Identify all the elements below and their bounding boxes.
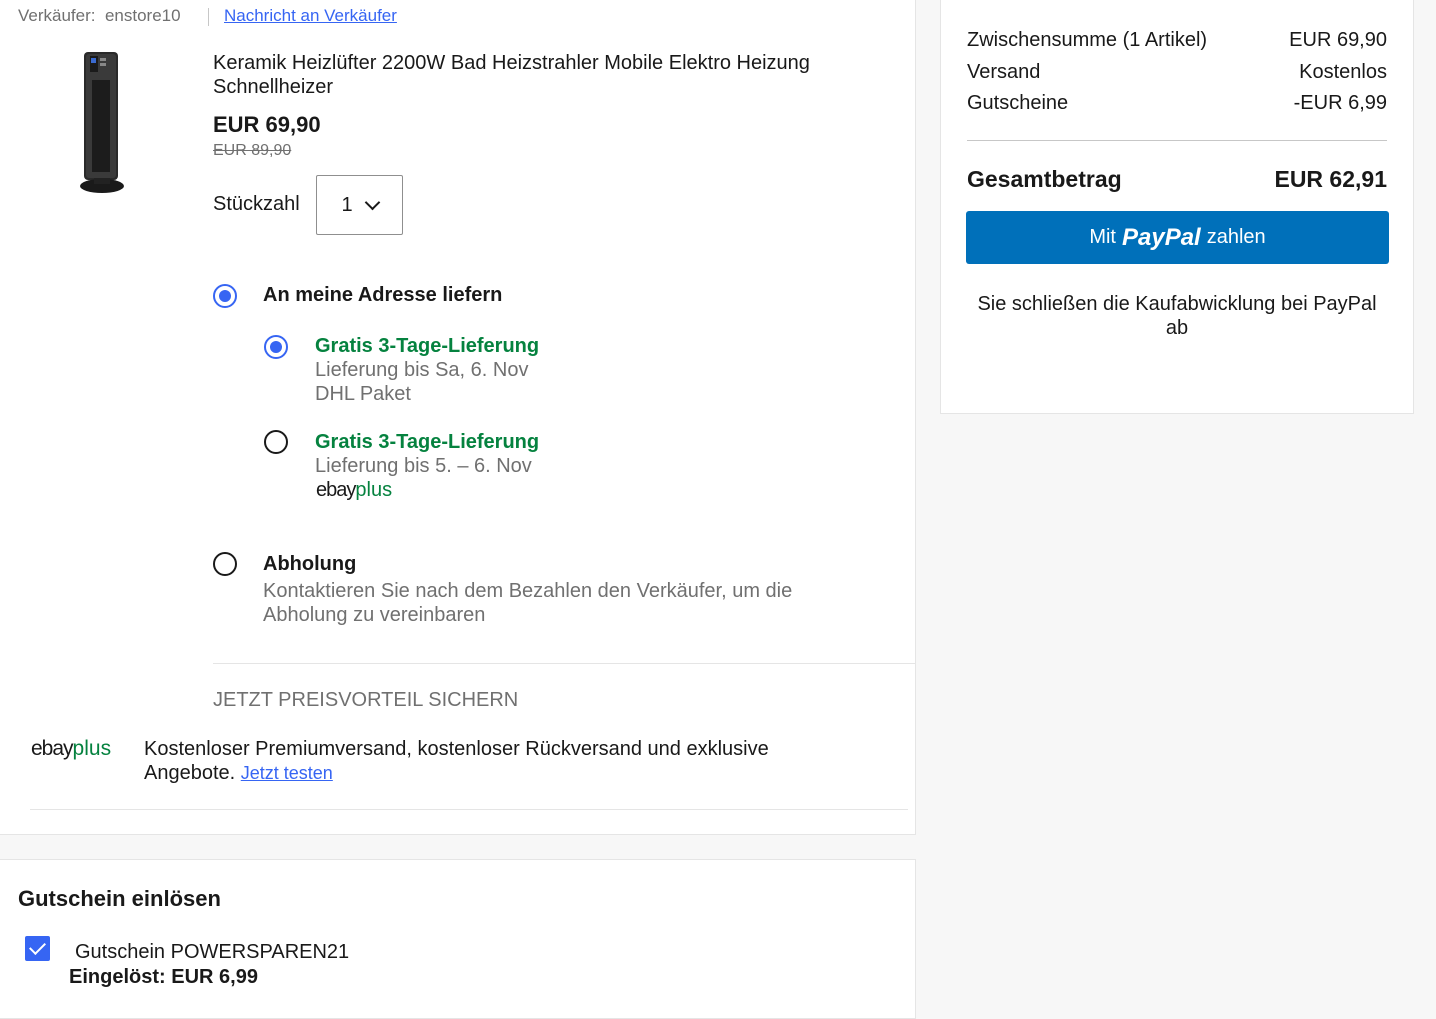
chevron-down-icon [364,194,380,210]
voucher-card [0,859,916,1019]
quantity-select[interactable]: 1 [316,175,403,235]
divider [30,809,908,810]
deliver-to-address-label: An meine Adresse liefern [263,284,503,306]
seller-name: enstore10 [104,6,181,25]
voucher-heading: Gutschein einlösen [18,886,221,911]
ebay-plus-logo: ebayplus [31,737,112,760]
quantity-label: Stückzahl [213,193,300,215]
shipping-option-1-title: Gratis 3-Tage-Lieferung [315,335,540,357]
deliver-to-address-radio[interactable] [213,284,237,308]
shipping-option-2-radio[interactable] [264,430,288,454]
voucher-redeemed: Eingelöst: EUR 6,99 [69,966,258,988]
shipping-option-2-date: Lieferung bis 5. – 6. Nov [315,455,532,477]
try-now-link[interactable]: Jetzt testen [241,763,333,783]
message-seller-link[interactable]: Nachricht an Verkäufer [224,6,397,26]
paypal-note: Sie schließen die Kaufabwicklung bei Pay… [977,293,1377,339]
original-price: EUR 89,90 [213,142,292,159]
promo-heading: JETZT PREISVORTEIL SICHERN [213,689,519,711]
shipping-option-1-carrier: DHL Paket [315,383,411,405]
summary-row-vouchers: Gutscheine -EUR 6,99 [967,92,1387,114]
divider [208,8,209,26]
divider [213,663,915,664]
product-image[interactable] [70,50,134,198]
quantity-value: 1 [341,193,353,216]
pay-with-paypal-button[interactable]: Mit PayPal zahlen [966,211,1389,264]
product-title[interactable]: Keramik Heizlüfter 2200W Bad Heizstrahle… [213,51,873,99]
summary-row-shipping: Versand Kostenlos [967,61,1387,83]
ebay-plus-logo: ebayplus [316,479,393,501]
paypal-logo: PayPal [1122,223,1201,251]
shipping-option-1-radio[interactable] [264,335,288,359]
voucher-checkbox[interactable] [25,936,50,961]
pickup-text: Kontaktieren Sie nach dem Bezahlen den V… [263,580,793,626]
shipping-option-2-title: Gratis 3-Tage-Lieferung [315,431,540,453]
shipping-option-1-date: Lieferung bis Sa, 6. Nov [315,359,529,381]
summary-row-subtotal: Zwischensumme (1 Artikel) EUR 69,90 [967,29,1387,51]
divider [967,140,1387,141]
product-price: EUR 69,90 [213,112,321,137]
voucher-code: Gutschein POWERSPAREN21 [75,941,350,963]
pickup-radio[interactable] [213,552,237,576]
promo-text: Kostenloser Premiumversand, kostenloser … [144,738,769,784]
pickup-label: Abholung [263,553,357,575]
summary-total: Gesamtbetrag EUR 62,91 [967,166,1387,192]
seller-info: Verkäufer: enstore10 [18,6,181,25]
